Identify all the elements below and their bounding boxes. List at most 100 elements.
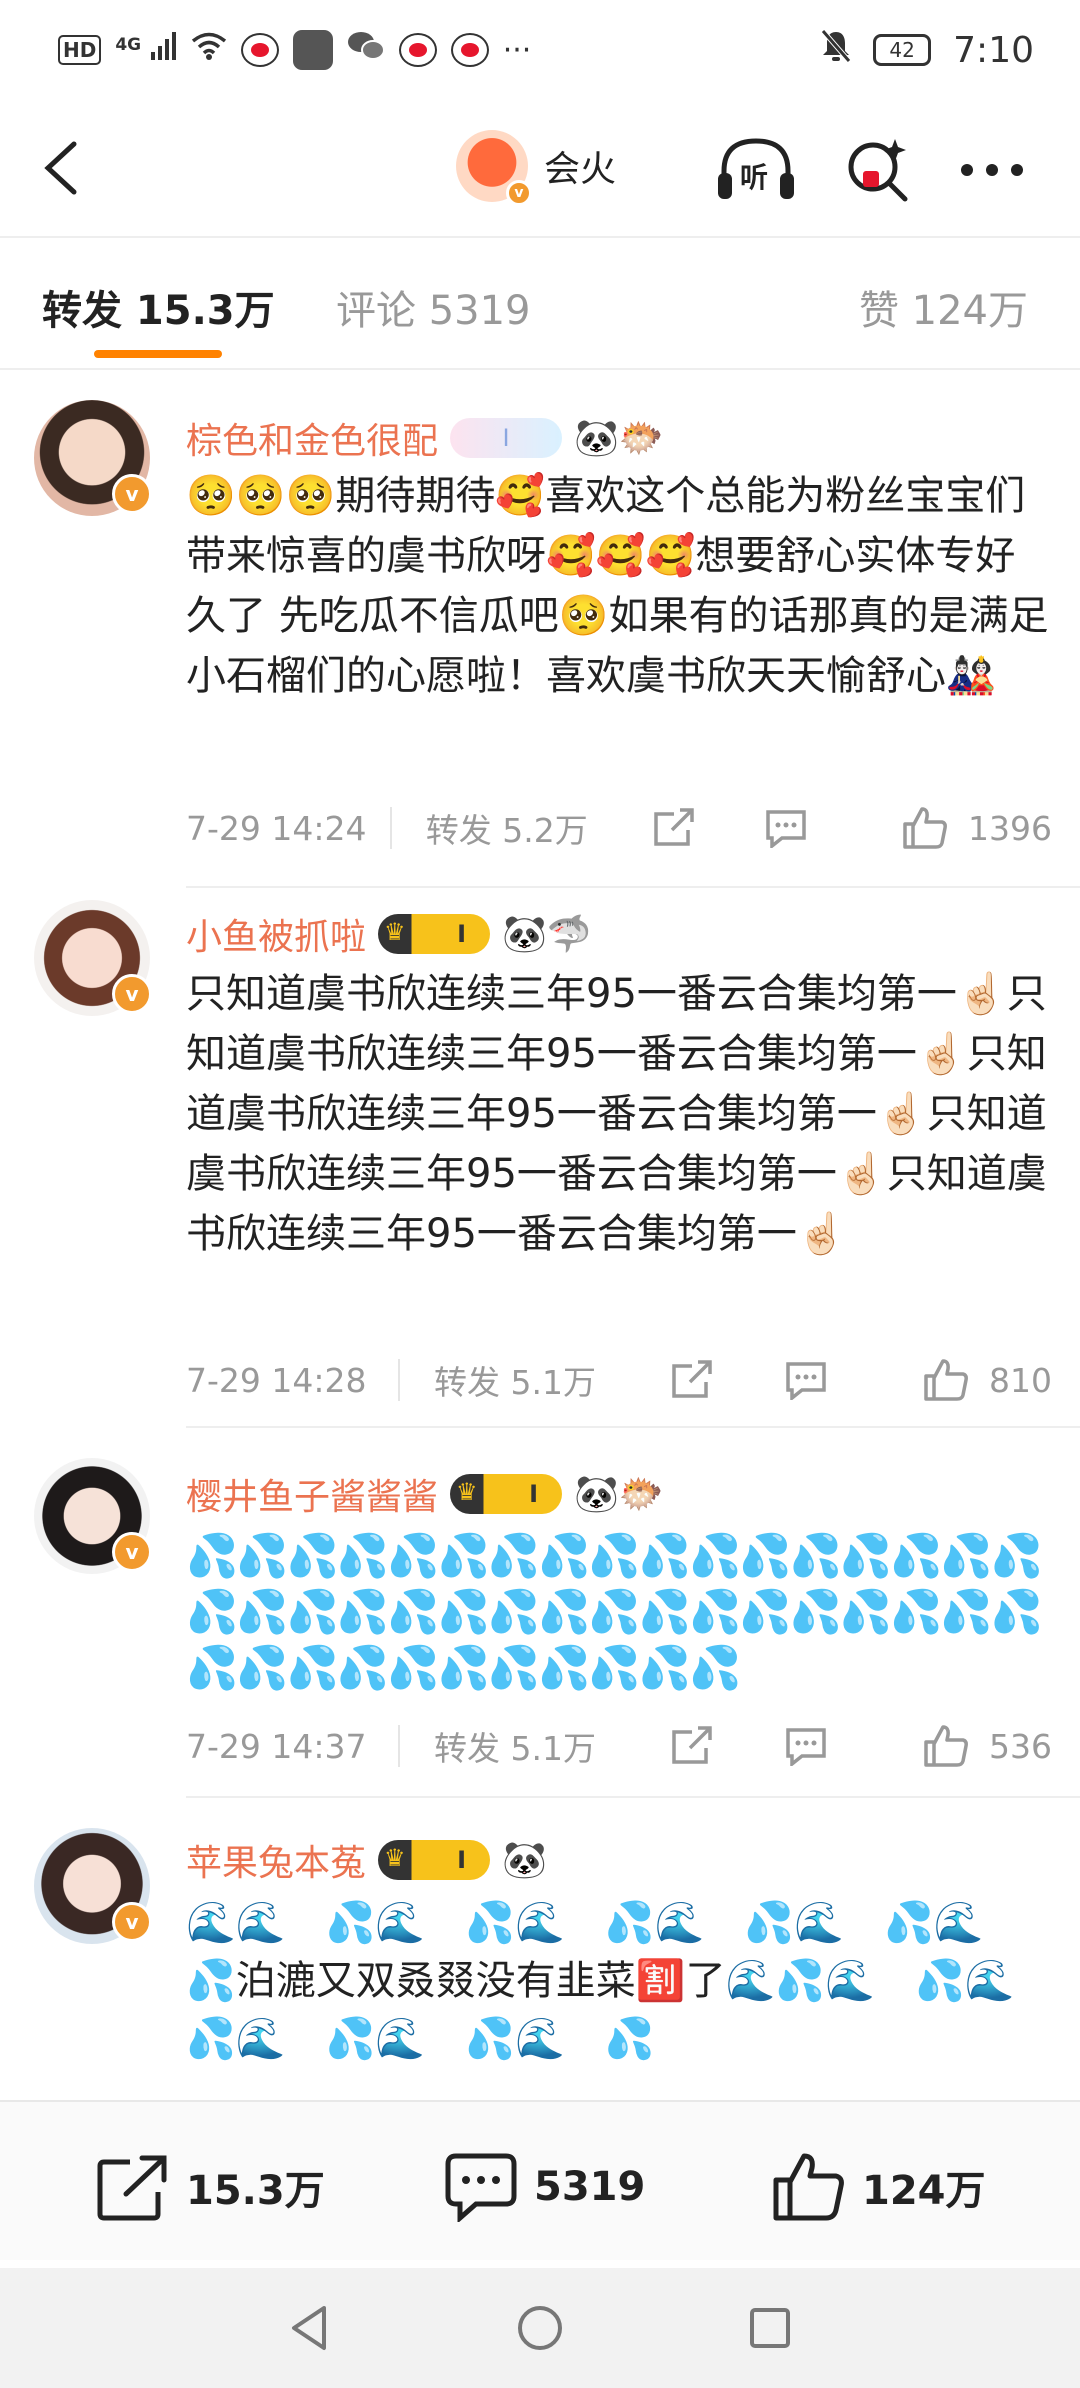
comment-icon[interactable]: [781, 1358, 831, 1402]
avatar[interactable]: v: [34, 900, 152, 1016]
avatar[interactable]: v: [34, 400, 152, 516]
interaction-tabs: 转发 15.3万 评论 5319 赞 124万: [0, 240, 1080, 368]
repost-meta-row: 7-29 14:24 转发 5.2万 1396: [186, 798, 1052, 858]
hd-indicator: HD: [58, 35, 102, 65]
status-bar: HD 4G ··· 42 7:10: [0, 0, 1080, 100]
timestamp: 7-29 14:37: [186, 1726, 367, 1766]
like-button[interactable]: 1396: [902, 806, 1052, 850]
battery-indicator: 42: [873, 34, 932, 66]
crown-icon: ♛: [456, 1478, 478, 1506]
mute-icon: [821, 28, 852, 72]
cellular-signal-icon: 4G: [115, 32, 176, 68]
repost-button[interactable]: 15.3万: [96, 2152, 325, 2222]
verified-badge-icon: v: [112, 474, 152, 514]
comment-total: 5319: [534, 2164, 646, 2210]
clock: 7:10: [953, 29, 1034, 71]
weibo-notification-icon: [398, 33, 437, 67]
repost-icon: [97, 2155, 167, 2221]
app-notification-icon: [292, 30, 333, 70]
fan-badge[interactable]: ♛ I: [378, 914, 491, 954]
user-name[interactable]: 苹果兔本菟: [186, 1834, 366, 1886]
more-options-button[interactable]: [952, 130, 1032, 210]
badge-emoji: 🐼🦈: [502, 914, 592, 955]
nav-back-button[interactable]: [280, 2298, 340, 2362]
user-name[interactable]: 小鱼被抓啦: [186, 908, 366, 960]
crown-icon: ♛: [384, 1844, 406, 1872]
triangle-back-icon: [292, 2306, 326, 2350]
like-count: 536: [989, 1726, 1052, 1766]
search-button[interactable]: [838, 130, 918, 210]
user-name-row: 苹果兔本菟 ♛ I 🐼: [186, 1834, 547, 1886]
like-count: 1396: [968, 808, 1052, 848]
list-item: v 小鱼被抓啦 ♛ I 🐼🦈 只知道虞书欣连续三年95一番云合集均第一☝🏻只知道虞…: [0, 888, 1080, 1408]
fan-badge[interactable]: I: [450, 418, 563, 458]
active-tab-indicator: [94, 350, 222, 358]
repost-count[interactable]: 转发 5.2万: [426, 804, 650, 852]
comment-icon: [445, 2153, 517, 2222]
weibo-notification-icon: [450, 33, 489, 67]
nav-home-button[interactable]: [510, 2298, 570, 2362]
share-icon[interactable]: [667, 1724, 717, 1768]
verified-badge-icon: v: [112, 1532, 152, 1572]
circle-home-icon: [518, 2306, 562, 2350]
timestamp: 7-29 14:28: [186, 1360, 367, 1400]
fan-badge[interactable]: ♛ I: [450, 1474, 563, 1514]
like-total: 124万: [862, 2168, 986, 2214]
wechat-icon: [347, 30, 385, 70]
user-name[interactable]: 棕色和金色很配: [186, 412, 438, 464]
repost-total: 15.3万: [186, 2168, 325, 2214]
badge-level: I: [457, 1846, 467, 1874]
nav-recents-button[interactable]: [740, 2298, 800, 2362]
comment-icon[interactable]: [762, 806, 810, 850]
author-profile-link[interactable]: v 会火: [456, 130, 616, 206]
listen-label: 听: [740, 161, 769, 194]
divider: [0, 236, 1080, 238]
repost-text: 只知道虞书欣连续三年95一番云合集均第一☝🏻只知道虞书欣连续三年95一番云合集均…: [186, 971, 1047, 1257]
listen-button[interactable]: 听: [716, 130, 796, 210]
user-name[interactable]: 樱井鱼子酱酱酱: [186, 1468, 438, 1520]
verified-badge-icon: v: [112, 974, 152, 1014]
divider: [398, 1725, 400, 1767]
tab-comments[interactable]: 评论 5319: [336, 278, 531, 336]
user-name-row: 棕色和金色很配 I 🐼🐡: [186, 412, 664, 464]
comment-icon[interactable]: [781, 1724, 831, 1768]
badge-emoji: 🐼🐡: [574, 1474, 664, 1515]
avatar[interactable]: v: [34, 1458, 152, 1574]
like-count: 810: [989, 1360, 1052, 1400]
badge-emoji: 🐼🐡: [574, 418, 664, 459]
like-button[interactable]: 810: [923, 1358, 1052, 1402]
thumbs-up-icon: [924, 1359, 968, 1401]
thumbs-up-icon: [924, 1725, 968, 1767]
repost-meta-row: 7-29 14:28 转发 5.1万 810: [186, 1350, 1052, 1410]
repost-count[interactable]: 转发 5.1万: [434, 1722, 667, 1770]
like-button[interactable]: 536: [923, 1724, 1052, 1768]
more-icon: [961, 164, 1023, 176]
back-button[interactable]: [34, 136, 94, 200]
top-navigation-bar: v 会火 听: [0, 100, 1080, 240]
wifi-icon: [191, 32, 227, 68]
tab-likes[interactable]: 赞 124万: [859, 278, 1028, 336]
square-recents-icon: [750, 2308, 790, 2348]
list-item: v 樱井鱼子酱酱酱 ♛ I 🐼🐡 💦💦💦💦💦💦💦💦💦💦💦💦💦💦💦💦💦💦💦💦💦💦💦💦…: [0, 1428, 1080, 1798]
search-icon: [848, 139, 908, 202]
more-notifications-icon: ···: [502, 32, 532, 68]
badge-level: I: [457, 920, 467, 948]
repost-meta-row: 7-29 14:37 转发 5.1万 536: [186, 1716, 1052, 1776]
comment-button[interactable]: 5319: [444, 2152, 645, 2222]
author-avatar: v: [456, 130, 532, 206]
share-icon[interactable]: [667, 1358, 717, 1402]
timestamp: 7-29 14:24: [186, 808, 367, 848]
verified-badge-icon: v: [112, 1902, 152, 1942]
divider: [389, 807, 392, 849]
fan-badge[interactable]: ♛ I: [378, 1840, 491, 1880]
avatar[interactable]: v: [34, 1828, 152, 1944]
user-name-row: 小鱼被抓啦 ♛ I 🐼🦈: [186, 908, 592, 960]
repost-count[interactable]: 转发 5.1万: [434, 1356, 667, 1404]
tab-reposts[interactable]: 转发 15.3万: [42, 278, 275, 336]
back-arrow-icon: [44, 141, 77, 195]
share-icon[interactable]: [650, 806, 698, 850]
repost-text: 🌊🌊 💦🌊 💦🌊 💦🌊 💦🌊 💦🌊 💦泊漉又双叒叕没有韭菜🈹了🌊💦🌊 💦🌊 💦🌊…: [186, 1900, 1064, 2062]
network-type: 4G: [115, 35, 142, 55]
like-button[interactable]: 124万: [772, 2152, 986, 2222]
crown-icon: ♛: [384, 918, 406, 946]
